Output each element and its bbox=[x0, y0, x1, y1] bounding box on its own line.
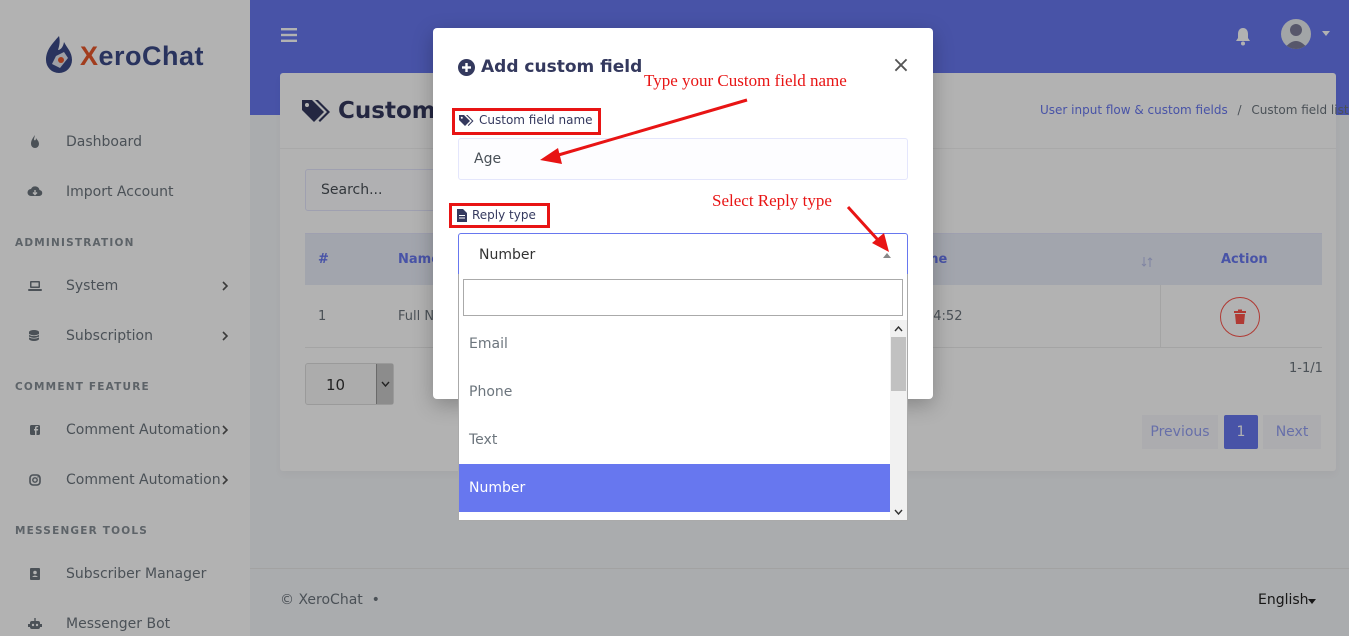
tags-icon bbox=[459, 114, 474, 126]
scroll-down-arrow[interactable] bbox=[890, 503, 907, 520]
dropdown-search-input[interactable] bbox=[463, 279, 903, 316]
dropdown-option-phone[interactable]: Phone bbox=[459, 368, 890, 416]
chevron-up-icon bbox=[894, 325, 903, 331]
modal-close-button[interactable]: × bbox=[891, 54, 911, 78]
reply-type-label: Reply type bbox=[457, 208, 536, 222]
dropdown-scrollbar-thumb[interactable] bbox=[891, 337, 906, 391]
dropdown-option-text[interactable]: Text bbox=[459, 416, 890, 464]
file-icon bbox=[457, 208, 467, 222]
custom-field-name-label: Custom field name bbox=[458, 113, 593, 127]
caret-up-icon bbox=[883, 253, 891, 258]
reply-type-value: Number bbox=[479, 247, 536, 263]
custom-field-name-input[interactable]: Age bbox=[458, 138, 908, 180]
dropdown-option-number[interactable]: Number bbox=[459, 464, 890, 512]
scroll-up-arrow[interactable] bbox=[890, 320, 907, 337]
annotation-reply-hint: Select Reply type bbox=[712, 191, 832, 210]
annotation-name-hint: Type your Custom field name bbox=[644, 71, 847, 90]
chevron-down-icon bbox=[894, 509, 903, 515]
plus-circle-icon bbox=[458, 58, 475, 76]
modal-title: Add custom field bbox=[458, 57, 642, 77]
reply-type-select[interactable]: Number bbox=[458, 233, 908, 275]
dropdown-option-email[interactable]: Email bbox=[459, 320, 890, 368]
